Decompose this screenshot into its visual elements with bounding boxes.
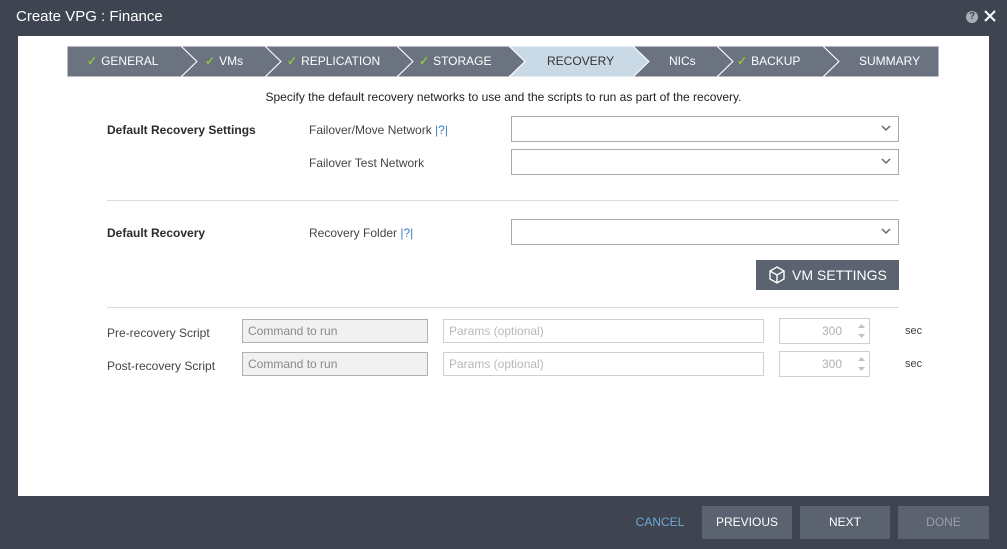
failover-network-label-text: Failover/Move Network xyxy=(309,123,432,137)
timeout-unit: sec xyxy=(905,325,923,337)
step-label: BACKUP xyxy=(751,54,801,68)
test-network-label: Failover Test Network xyxy=(309,156,425,170)
previous-button[interactable]: PREVIOUS xyxy=(702,506,792,539)
spinner-arrows-icon[interactable] xyxy=(857,354,866,374)
pre-recovery-command-input[interactable]: Command to run xyxy=(242,319,428,343)
help-link[interactable]: |?| xyxy=(435,123,448,137)
timeout-value: 300 xyxy=(821,357,843,371)
step-label: VMs xyxy=(219,54,244,68)
post-recovery-label: Post-recovery Script xyxy=(107,359,216,373)
help-link[interactable]: |?| xyxy=(400,226,413,240)
failover-network-select[interactable] xyxy=(511,116,899,142)
vm-settings-button[interactable]: VM SETTINGS xyxy=(756,260,899,290)
title-bar: Create VPG : Finance ? xyxy=(0,0,1007,36)
divider xyxy=(107,200,899,201)
step-replication[interactable]: ✓ REPLICATION xyxy=(265,46,413,77)
cancel-button[interactable]: CANCEL xyxy=(626,506,694,539)
post-recovery-timeout-spinner[interactable]: 300 xyxy=(779,351,870,377)
step-label: RECOVERY xyxy=(547,54,615,68)
chevron-down-icon xyxy=(881,125,891,132)
timeout-value: 300 xyxy=(821,324,843,338)
check-icon: ✓ xyxy=(205,54,216,68)
step-label: SUMMARY xyxy=(859,54,921,68)
step-summary[interactable]: SUMMARY xyxy=(823,46,939,77)
pre-recovery-label: Pre-recovery Script xyxy=(107,326,210,340)
check-icon: ✓ xyxy=(737,54,748,68)
next-button[interactable]: NEXT xyxy=(800,506,890,539)
failover-network-label: Failover/Move Network |?| xyxy=(309,123,448,137)
done-button[interactable]: DONE xyxy=(898,506,989,539)
intro-text: Specify the default recovery networks to… xyxy=(265,90,742,104)
recovery-folder-label-text: Recovery Folder xyxy=(309,226,398,240)
check-icon: ✓ xyxy=(287,54,298,68)
check-icon: ✓ xyxy=(419,54,430,68)
step-backup[interactable]: ✓ BACKUP xyxy=(717,46,839,77)
step-label: STORAGE xyxy=(433,54,492,68)
help-icon[interactable]: ? xyxy=(966,11,978,23)
step-storage[interactable]: ✓ STORAGE xyxy=(397,46,525,77)
divider xyxy=(107,307,899,308)
test-network-select[interactable] xyxy=(511,149,899,175)
spinner-arrows-icon[interactable] xyxy=(857,321,866,341)
close-icon[interactable] xyxy=(983,9,997,23)
step-label: REPLICATION xyxy=(301,54,381,68)
pre-recovery-params-input[interactable]: Params (optional) xyxy=(443,319,764,343)
window-title: Create VPG : Finance xyxy=(16,8,163,25)
post-recovery-command-input[interactable]: Command to run xyxy=(242,352,428,376)
recovery-folder-label: Recovery Folder |?| xyxy=(309,226,413,240)
dialog-panel: ✓ GENERAL ✓ VMs ✓ REPLICATION ✓ STORAGE RECO… xyxy=(18,36,989,496)
wizard-steps: ✓ GENERAL ✓ VMs ✓ REPLICATION ✓ STORAGE RECO… xyxy=(67,46,939,77)
recovery-settings-heading: Default Recovery Settings xyxy=(107,123,256,137)
step-label: GENERAL xyxy=(101,54,159,68)
check-icon: ✓ xyxy=(87,54,98,68)
step-general[interactable]: ✓ GENERAL xyxy=(67,46,197,77)
cube-icon xyxy=(769,266,785,284)
recovery-folder-select[interactable] xyxy=(511,219,899,245)
timeout-unit: sec xyxy=(905,358,923,370)
pre-recovery-timeout-spinner[interactable]: 300 xyxy=(779,318,870,344)
post-recovery-params-input[interactable]: Params (optional) xyxy=(443,352,764,376)
default-recovery-heading: Default Recovery xyxy=(107,226,206,240)
vm-settings-label: VM SETTINGS xyxy=(792,267,887,283)
chevron-down-icon xyxy=(881,158,891,165)
chevron-down-icon xyxy=(881,228,891,235)
step-label: NICs xyxy=(669,54,696,68)
step-recovery[interactable]: RECOVERY xyxy=(509,46,649,77)
